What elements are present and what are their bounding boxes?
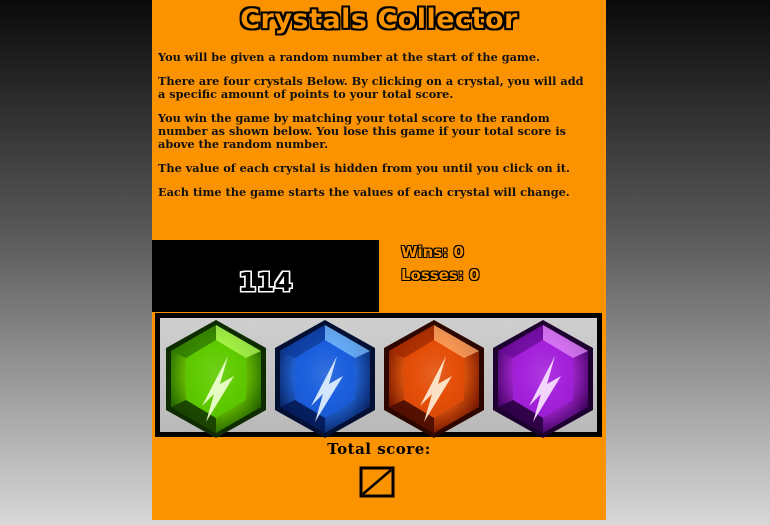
blue-crystal-icon [275,320,375,438]
crystal-area [160,318,597,438]
wins-counter: Wins: 0 [401,243,464,261]
total-score-label: Total score: [327,440,431,458]
game-panel: Crystals Collector You will be given a r… [152,0,606,520]
purple-crystal-icon [493,320,593,438]
purple-crystal[interactable] [489,318,597,440]
game-title: Crystals Collector [240,4,518,35]
instruction-4: The value of each crystal is hidden from… [158,161,570,175]
crystal-frame [155,313,602,438]
total-score-value: 0 [359,466,395,498]
orange-crystal[interactable] [380,318,488,440]
green-crystal-icon [166,320,266,438]
blue-crystal[interactable] [271,318,379,440]
instruction-3: You win the game by matching your total … [158,111,566,151]
target-number: 114 [238,268,293,298]
instruction-1: You will be given a random number at the… [158,50,541,64]
orange-crystal-icon [384,320,484,438]
green-crystal[interactable] [162,318,270,440]
losses-counter: Losses: 0 [401,266,480,284]
instruction-2: There are four crystals Below. By clicki… [158,74,584,101]
instruction-5: Each time the game starts the values of … [158,185,570,199]
instructions: You will be given a random number at the… [158,51,594,210]
